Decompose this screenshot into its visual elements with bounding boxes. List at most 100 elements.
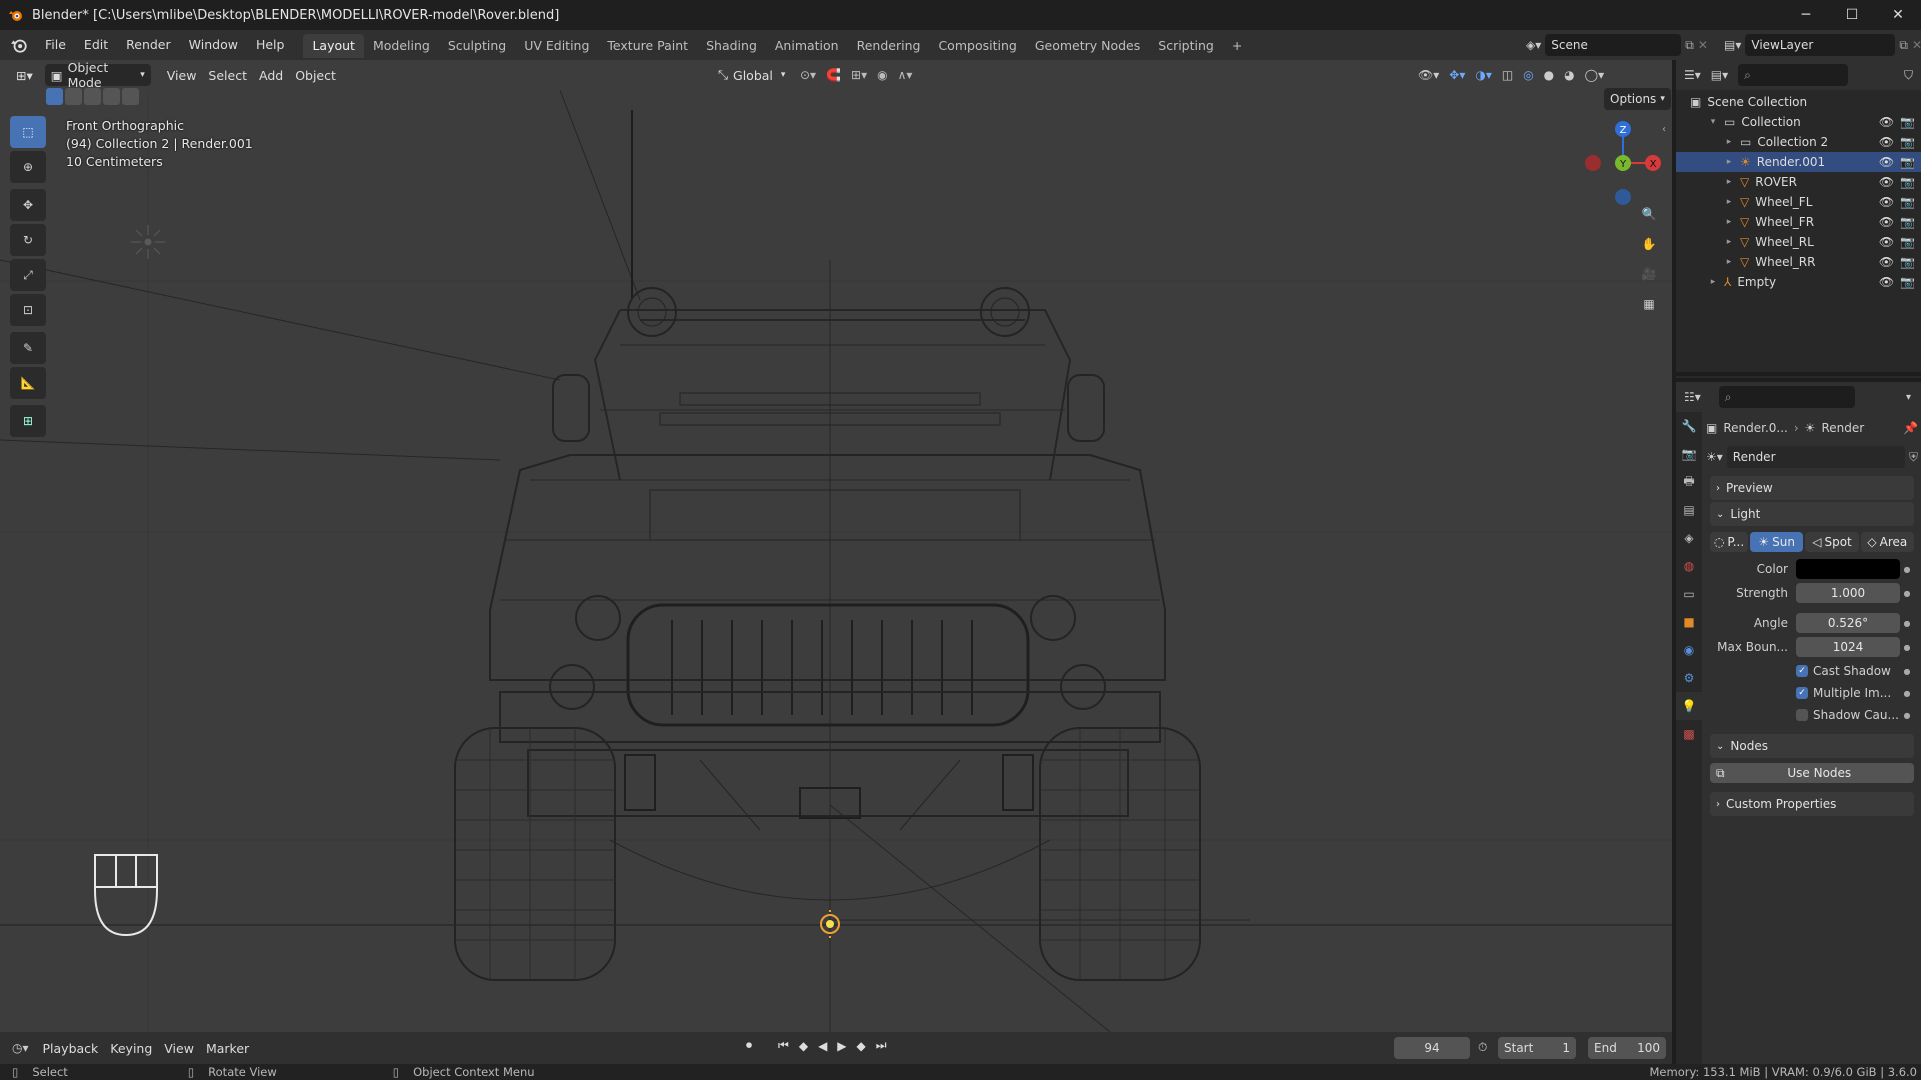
panel-custom-properties[interactable]: › Custom Properties <box>1710 792 1914 816</box>
navigation-gizmo[interactable]: Z Y X <box>1578 118 1668 208</box>
expand-down-icon[interactable]: ▾ <box>1706 117 1720 127</box>
play-icon[interactable]: ▶ <box>837 1039 846 1053</box>
fake-user-icon[interactable]: ⛨ <box>1909 450 1918 465</box>
camera-icon[interactable]: 📷 <box>1900 235 1915 249</box>
timeline-menu-marker[interactable]: Marker <box>200 1037 255 1059</box>
cast-shadow-checkbox[interactable]: ✓ <box>1796 665 1808 677</box>
tab-render[interactable]: 📷 <box>1676 440 1702 468</box>
camera-icon[interactable]: 📷 <box>1900 195 1915 209</box>
tab-sculpting[interactable]: Sculpting <box>439 34 515 58</box>
delete-view-layer-icon[interactable]: ✕ <box>1912 38 1921 52</box>
select-extend-icon[interactable] <box>65 88 82 105</box>
tab-shading[interactable]: Shading <box>697 34 766 58</box>
editor-type-button[interactable]: ⊞▾ <box>10 64 39 86</box>
expand-right-icon[interactable]: ▸ <box>1722 197 1736 207</box>
annotate-tool[interactable]: ✎ <box>10 332 46 364</box>
timeline-menu-keying[interactable]: Keying <box>104 1037 158 1059</box>
mode-selector[interactable]: ▣ Object Mode ▾ <box>44 60 151 90</box>
multiple-importance-checkbox[interactable]: ✓ <box>1796 687 1808 699</box>
select-invert-icon[interactable] <box>103 88 120 105</box>
keyframe-dot-icon[interactable]: ● <box>1900 619 1914 628</box>
camera-icon[interactable]: 📷 <box>1900 175 1915 189</box>
close-button[interactable]: ✕ <box>1875 0 1921 30</box>
outliner-item[interactable]: ▸ ▭ Collection 2 👁 📷 <box>1676 132 1921 152</box>
move-tool[interactable]: ✥ <box>10 189 46 221</box>
menu-help[interactable]: Help <box>247 34 294 56</box>
expand-right-icon[interactable]: ▸ <box>1722 177 1736 187</box>
shading-solid-icon[interactable]: ● <box>1544 68 1554 82</box>
menu-file[interactable]: File <box>36 34 75 56</box>
falloff-icon[interactable]: ∧▾ <box>898 68 913 82</box>
datablock-type-icon[interactable]: ☀▾ <box>1706 450 1723 464</box>
cursor-tool[interactable]: ⊕ <box>10 151 46 183</box>
datablock-name-field[interactable]: Render <box>1726 446 1905 468</box>
tab-collection[interactable]: ▭ <box>1676 580 1702 608</box>
expand-right-icon[interactable]: ▸ <box>1722 257 1736 267</box>
tab-tool[interactable]: 🔧 <box>1676 412 1702 440</box>
minimize-button[interactable]: ─ <box>1783 0 1829 30</box>
expand-right-icon[interactable]: ▸ <box>1722 237 1736 247</box>
viewport-menu-object[interactable]: Object <box>289 64 342 86</box>
keyframe-dot-icon[interactable]: ● <box>1900 689 1914 698</box>
play-reverse-icon[interactable]: ◀ <box>818 1039 827 1053</box>
view-layer-selector[interactable]: ViewLayer <box>1745 34 1896 56</box>
chevron-down-icon[interactable]: ▾ <box>1906 392 1911 403</box>
display-mode-icon[interactable]: ▤▾ <box>1711 68 1728 82</box>
eye-icon[interactable]: 👁 <box>1879 275 1894 289</box>
keyframe-dot-icon[interactable]: ● <box>1900 711 1914 720</box>
menu-render[interactable]: Render <box>117 34 180 56</box>
camera-icon[interactable]: 📷 <box>1900 135 1915 149</box>
selected-light-marker[interactable] <box>820 910 840 938</box>
light-type-spot[interactable]: ◁ Spot <box>1805 532 1859 552</box>
eye-icon[interactable]: 👁 <box>1879 175 1894 189</box>
menu-edit[interactable]: Edit <box>75 34 117 56</box>
expand-right-icon[interactable]: ▸ <box>1722 217 1736 227</box>
options-button[interactable]: Options ▾ <box>1604 88 1671 110</box>
outliner-item[interactable]: ▸ ▽ Wheel_FR 👁 📷 <box>1676 212 1921 232</box>
tab-modeling[interactable]: Modeling <box>364 34 439 58</box>
expand-right-icon[interactable]: ▸ <box>1706 277 1720 287</box>
shading-material-icon[interactable]: ◕ <box>1564 68 1574 82</box>
filter-icon[interactable]: ⛉ <box>1904 68 1913 83</box>
jump-start-icon[interactable]: ⏮ <box>778 1038 789 1053</box>
cast-shadow-row[interactable]: ✓ Cast Shadow ● <box>1710 660 1914 682</box>
scene-icon[interactable]: ◈▾ <box>1526 38 1541 52</box>
keyframe-dot-icon[interactable]: ● <box>1900 565 1914 574</box>
outliner-item[interactable]: ▾ ▭ Collection 👁 📷 <box>1676 112 1921 132</box>
blender-menu-icon[interactable] <box>10 36 28 54</box>
camera-view-button[interactable]: 🎥 <box>1635 260 1663 288</box>
tab-output[interactable]: 🖶 <box>1676 468 1702 496</box>
tab-view-layer[interactable]: ▤ <box>1676 496 1702 524</box>
tab-physics[interactable]: ◉ <box>1676 636 1702 664</box>
keyframe-dot-icon[interactable]: ● <box>1900 589 1914 598</box>
viewport-menu-view[interactable]: View <box>161 64 203 86</box>
panel-light[interactable]: ⌄ Light <box>1710 502 1914 526</box>
outliner-item[interactable]: ▸ ▽ ROVER 👁 📷 <box>1676 172 1921 192</box>
select-subtract-icon[interactable] <box>84 88 101 105</box>
camera-icon[interactable]: 📷 <box>1900 275 1915 289</box>
use-nodes-button[interactable]: ⧉ Use Nodes <box>1710 763 1914 783</box>
multiple-importance-row[interactable]: ✓ Multiple Im... ● <box>1710 682 1914 704</box>
light-type-sun[interactable]: ☀ Sun <box>1750 532 1804 552</box>
outliner-scene-collection[interactable]: ▣ Scene Collection <box>1676 92 1921 112</box>
light-type-point[interactable]: ◌ P... <box>1710 532 1748 552</box>
select-new-icon[interactable] <box>46 88 63 105</box>
viewport-menu-add[interactable]: Add <box>253 64 289 86</box>
camera-icon[interactable]: 📷 <box>1900 215 1915 229</box>
panel-preview[interactable]: › Preview <box>1710 476 1914 500</box>
eye-icon[interactable]: 👁 <box>1879 195 1894 209</box>
tab-object[interactable]: ■ <box>1676 608 1702 636</box>
current-frame-field[interactable]: 94 <box>1394 1037 1470 1059</box>
angle-field[interactable]: 0.526° <box>1796 613 1900 633</box>
properties-editor-icon[interactable]: ☷▾ <box>1684 390 1701 404</box>
color-swatch[interactable] <box>1796 559 1900 579</box>
transform-tool[interactable]: ⊡ <box>10 294 46 326</box>
jump-end-icon[interactable]: ⏭ <box>876 1038 887 1053</box>
outliner-item[interactable]: ▸ ▽ Wheel_FL 👁 📷 <box>1676 192 1921 212</box>
measure-tool[interactable]: 📐 <box>10 367 46 399</box>
light-type-area[interactable]: ◇ Area <box>1860 532 1914 552</box>
xray-icon[interactable]: ◫ <box>1502 68 1513 82</box>
stopwatch-icon[interactable]: ⏱ <box>1478 1040 1487 1055</box>
select-intersect-icon[interactable] <box>122 88 139 105</box>
eye-icon[interactable]: 👁 <box>1879 135 1894 149</box>
